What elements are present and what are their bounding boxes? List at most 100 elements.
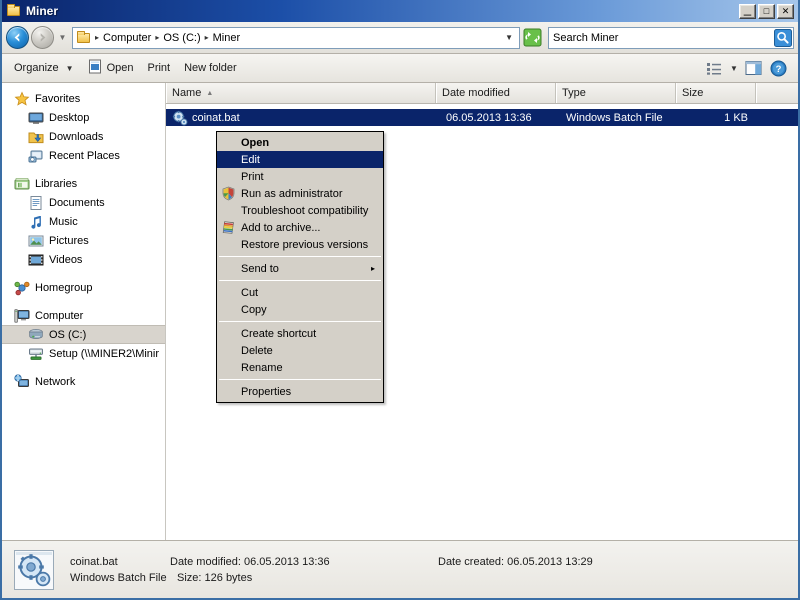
context-menu-item-print[interactable]: Print xyxy=(217,168,383,185)
sidebar-label-computer: Computer xyxy=(35,309,84,322)
maximize-button[interactable]: □ xyxy=(758,3,775,19)
context-menu-item-create-shortcut[interactable]: Create shortcut xyxy=(217,325,383,342)
videos-icon xyxy=(28,252,44,268)
address-dropdown-icon[interactable]: ▼ xyxy=(503,33,517,42)
sidebar-item-music[interactable]: Music xyxy=(2,212,165,231)
refresh-icon[interactable] xyxy=(522,28,543,48)
column-header-size[interactable]: Size xyxy=(676,83,756,103)
minimize-button[interactable]: _ xyxy=(739,2,756,19)
open-button[interactable]: Open xyxy=(81,57,141,79)
view-list-icon[interactable] xyxy=(703,58,725,78)
search-icon[interactable] xyxy=(773,28,793,48)
details-text-block: coinat.bat Date modified: 06.05.2013 13:… xyxy=(70,556,788,584)
documents-icon xyxy=(28,195,44,211)
sidebar-item-documents[interactable]: Documents xyxy=(2,193,165,212)
file-date-modified-cell: 06.05.2013 13:36 xyxy=(446,111,532,124)
open-label: Open xyxy=(106,62,134,74)
table-row[interactable]: coinat.bat 06.05.2013 13:36 Windows Batc… xyxy=(166,109,798,126)
column-headers: Name ▲ Date modified Type Size xyxy=(166,83,798,104)
sidebar-group-favorites[interactable]: Favorites xyxy=(2,89,165,108)
harddisk-icon xyxy=(28,327,44,343)
preview-pane-icon[interactable] xyxy=(743,58,765,78)
new-folder-button[interactable]: New folder xyxy=(177,57,244,79)
window-folder-icon xyxy=(6,3,22,19)
column-header-name[interactable]: Name ▲ xyxy=(166,83,436,103)
column-header-filler xyxy=(756,83,798,103)
submenu-arrow-icon: ▸ xyxy=(370,264,375,273)
context-menu-item-troubleshoot-compatibility[interactable]: Troubleshoot compatibility xyxy=(217,202,383,219)
computer-icon xyxy=(14,308,30,324)
context-menu-restore-previous-versions-label: Restore previous versions xyxy=(241,238,369,251)
context-menu-item-open[interactable]: Open xyxy=(217,134,383,151)
desktop-icon xyxy=(28,110,44,126)
breadcrumb-os-c[interactable]: OS (C:) xyxy=(160,29,203,47)
search-input[interactable] xyxy=(549,28,773,47)
context-menu-separator-4 xyxy=(219,379,381,380)
navigation-bar: ▼ ▸ Computer ▸ OS (C:) ▸ Miner ▼ xyxy=(2,22,798,54)
context-menu-item-rename[interactable]: Rename xyxy=(217,359,383,376)
context-menu-item-cut[interactable]: Cut xyxy=(217,284,383,301)
context-menu-item-properties[interactable]: Properties xyxy=(217,383,383,400)
details-file-name: coinat.bat xyxy=(70,555,118,568)
print-button[interactable]: Print xyxy=(140,57,177,79)
title-bar: Miner _ □ ✕ xyxy=(2,0,798,22)
column-header-name-label: Name xyxy=(172,87,202,99)
sidebar-group-homegroup[interactable]: Homegroup xyxy=(2,278,165,297)
organize-button[interactable]: Organize ▼ xyxy=(7,57,81,79)
help-icon[interactable]: ? xyxy=(767,58,789,78)
back-arrow-icon[interactable] xyxy=(6,26,29,49)
context-menu-item-delete[interactable]: Delete xyxy=(217,342,383,359)
libraries-icon xyxy=(14,176,30,192)
column-header-type[interactable]: Type xyxy=(556,83,676,103)
view-caret-glyph: ▼ xyxy=(730,63,738,73)
column-header-date-modified[interactable]: Date modified xyxy=(436,83,556,103)
view-caret-icon[interactable]: ▼ xyxy=(727,58,741,78)
explorer-window: Miner _ □ ✕ ▼ ▸ Computer ▸ OS (C:) ▸ Min… xyxy=(0,0,800,600)
context-menu-item-edit[interactable]: Edit xyxy=(217,151,383,168)
print-label: Print xyxy=(147,62,171,74)
context-menu-edit-label: Edit xyxy=(241,153,260,166)
sidebar-group-network[interactable]: Network xyxy=(2,372,165,391)
column-header-size-label: Size xyxy=(682,87,704,99)
context-menu-item-copy[interactable]: Copy xyxy=(217,301,383,318)
sidebar-group-computer[interactable]: Computer xyxy=(2,306,165,325)
details-date-modified: Date modified: 06.05.2013 13:36 xyxy=(170,556,438,568)
context-menu-item-add-to-archive[interactable]: Add to archive... xyxy=(217,219,383,236)
context-menu-item-restore-previous-versions[interactable]: Restore previous versions xyxy=(217,236,383,253)
sidebar-item-pictures[interactable]: Pictures xyxy=(2,231,165,250)
sidebar-item-videos[interactable]: Videos xyxy=(2,250,165,269)
details-size-label: Size: xyxy=(177,571,202,584)
context-menu-item-send-to[interactable]: Send to ▸ xyxy=(217,260,383,277)
open-file-icon xyxy=(88,59,103,77)
batch-file-large-icon xyxy=(12,548,56,592)
sidebar-item-desktop[interactable]: Desktop xyxy=(2,108,165,127)
context-menu: Open Edit Print Run as administrator Tro… xyxy=(216,131,384,403)
sidebar-label-videos: Videos xyxy=(49,253,83,266)
command-toolbar: Organize ▼ Open Print New folder ▼ ? xyxy=(2,54,798,83)
breadcrumb-miner[interactable]: Miner xyxy=(210,29,244,47)
forward-arrow-icon xyxy=(31,26,54,49)
sidebar-item-recent-places[interactable]: Recent Places xyxy=(2,146,165,165)
search-box[interactable] xyxy=(548,26,794,49)
pictures-icon xyxy=(28,233,44,249)
shield-icon xyxy=(221,186,237,202)
close-button[interactable]: ✕ xyxy=(777,3,794,19)
address-bar[interactable]: ▸ Computer ▸ OS (C:) ▸ Miner ▼ xyxy=(72,26,520,49)
breadcrumb-computer[interactable]: Computer xyxy=(100,29,154,47)
history-dropdown-button[interactable]: ▼ xyxy=(56,27,69,49)
details-row-2: Windows Batch File Size: 126 bytes xyxy=(70,572,788,584)
sidebar-label-favorites: Favorites xyxy=(35,92,81,105)
organize-label: Organize xyxy=(14,62,59,74)
sidebar-item-os-c[interactable]: OS (C:) xyxy=(2,325,165,344)
sidebar-item-setup-network-drive[interactable]: Setup (\\MINER2\Minir xyxy=(2,344,165,363)
context-menu-item-run-as-administrator[interactable]: Run as administrator xyxy=(217,185,383,202)
details-date-created: Date created: 06.05.2013 13:29 xyxy=(438,556,788,568)
sidebar-group-libraries[interactable]: Libraries xyxy=(2,174,165,193)
batch-file-icon xyxy=(172,110,188,126)
file-type-cell: Windows Batch File xyxy=(566,111,663,124)
file-name-cell[interactable]: coinat.bat xyxy=(166,110,436,126)
sidebar-item-downloads[interactable]: Downloads xyxy=(2,127,165,146)
